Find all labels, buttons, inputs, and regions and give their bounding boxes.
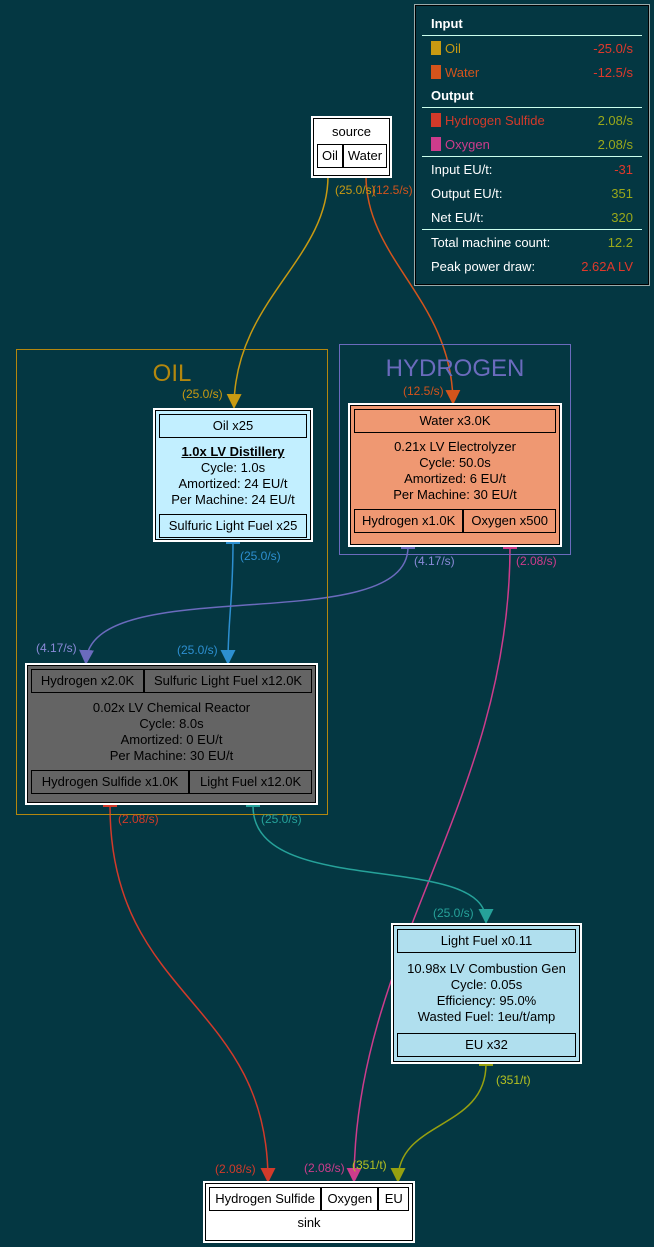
legend-input-header: Input (431, 16, 463, 31)
electrolyzer-machine: 0.21x LV Electrolyzer (394, 439, 516, 454)
legend-input-oil-name: Oil (445, 40, 461, 56)
electrolyzer-amortized: Amortized: 6 EU/t (404, 471, 506, 486)
legend-stat-input-eu: Input EU/t: -31 (416, 157, 648, 181)
edge-eu (390, 1063, 487, 1183)
electrolyzer-node[interactable]: Water x3.0K 0.21x LV Electrolyzer Cycle:… (348, 403, 562, 547)
legend-output-hydrogen-sulfide: Hydrogen Sulfide 2.08/s (416, 108, 648, 132)
reactor-amortized: Amortized: 0 EU/t (120, 732, 223, 747)
oil-swatch (431, 41, 441, 55)
legend-stat-value: 2.62A LV (581, 258, 633, 274)
edge-label-water-dst: (12.5/s) (403, 384, 444, 398)
cluster-oil-title: OIL (152, 360, 192, 387)
reactor-machine: 0.02x LV Chemical Reactor (92, 700, 251, 715)
source-node[interactable]: source Oil Water (311, 116, 392, 178)
water-swatch (431, 65, 441, 79)
electrolyzer-cycle: Cycle: 50.0s (419, 455, 491, 470)
edge-label-eu-dst: (351/t) (352, 1158, 387, 1172)
reactor-input-hydrogen[interactable]: Hydrogen x2.0K (31, 669, 145, 693)
legend-output-header: Output (431, 88, 474, 103)
electrolyzer-per-machine: Per Machine: 30 EU/t (393, 487, 517, 502)
edge-label-h2-dst: (4.17/s) (36, 641, 77, 655)
distillery-title: 1.0x LV Distillery (181, 444, 285, 459)
combustion-generator-node[interactable]: Light Fuel x0.11 10.98x LV Combustion Ge… (391, 923, 582, 1064)
legend-output-oxygen-name: Oxygen (445, 136, 490, 152)
reactor-output-hydrogen-sulfide[interactable]: Hydrogen Sulfide x1.0K (31, 770, 190, 794)
sink-port-oxygen[interactable]: Oxygen (321, 1187, 379, 1211)
edge-oxygen (346, 546, 511, 1183)
legend-stat-label: Net EU/t: (431, 209, 484, 225)
electrolyzer-output-oxygen[interactable]: Oxygen x500 (463, 509, 556, 533)
legend-input-water-name: Water (445, 64, 480, 80)
edge-label-oil-src: (25.0/s) (335, 183, 376, 197)
electrolyzer-input-port[interactable]: Water x3.0K (354, 409, 556, 433)
generator-efficiency: Efficiency: 95.0% (436, 993, 537, 1008)
generator-wasted-fuel: Wasted Fuel: 1eu/t/amp (417, 1009, 556, 1024)
edge-label-water-src: (12.5/s) (372, 183, 413, 197)
legend-stat-value: 12.2 (607, 234, 633, 250)
oxygen-swatch (431, 137, 441, 151)
legend-input-oil-rate: -25.0/s (593, 40, 633, 56)
edge-label-h2-src: (4.17/s) (414, 554, 455, 568)
sink-port-hydrogen-sulfide[interactable]: Hydrogen Sulfide (209, 1187, 322, 1211)
sink-title: sink (297, 1215, 321, 1230)
reactor-output-light-fuel[interactable]: Light Fuel x12.0K (189, 770, 312, 794)
edge-label-lf-dst: (25.0/s) (433, 906, 474, 920)
distillery-input-port[interactable]: Oil x25 (159, 414, 307, 438)
generator-input-port[interactable]: Light Fuel x0.11 (397, 929, 576, 953)
hydrogen-sulfide-swatch (431, 113, 441, 127)
legend-output-h2s-name: Hydrogen Sulfide (445, 112, 545, 128)
legend-input-water: Water -12.5/s (416, 60, 648, 84)
legend-stat-label: Total machine count: (431, 234, 551, 250)
edge-label-slf-dst: (25.0/s) (177, 643, 218, 657)
edge-label-oil-dst: (25.0/s) (182, 387, 223, 401)
legend-stat-net-eu: Net EU/t: 320 (416, 205, 648, 229)
legend-stat-value: 351 (611, 185, 633, 201)
generator-cycle: Cycle: 0.05s (450, 977, 523, 992)
sink-port-eu[interactable]: EU (378, 1187, 410, 1211)
legend-stat-value: 320 (611, 209, 633, 225)
legend-stat-machine-count: Total machine count: 12.2 (416, 230, 648, 254)
cluster-hydrogen-title: HYDROGEN (385, 355, 525, 382)
legend-stat-value: -31 (614, 161, 633, 177)
chemical-reactor-node[interactable]: Hydrogen x2.0K Sulfuric Light Fuel x12.0… (25, 663, 318, 805)
edge-label-lf-src: (25.0/s) (261, 812, 302, 826)
legend-input-oil: Oil -25.0/s (416, 36, 648, 60)
source-port-water[interactable]: Water (342, 144, 388, 168)
edge-label-h2s-dst: (2.08/s) (215, 1162, 256, 1176)
distillery-amortized: Amortized: 24 EU/t (178, 476, 288, 491)
distillery-node[interactable]: Oil x25 1.0x LV Distillery Cycle: 1.0s A… (153, 408, 313, 542)
legend-output-h2s-rate: 2.08/s (597, 112, 633, 128)
source-port-oil[interactable]: Oil (317, 144, 343, 168)
electrolyzer-output-hydrogen[interactable]: Hydrogen x1.0K (354, 509, 464, 533)
edge-hydrogen-sulfide (109, 805, 276, 1183)
legend-stat-peak-power: Peak power draw: 2.62A LV (416, 254, 648, 278)
legend-input-water-rate: -12.5/s (593, 64, 633, 80)
reactor-input-sulfuric-light-fuel[interactable]: Sulfuric Light Fuel x12.0K (144, 669, 312, 693)
legend-stat-label: Input EU/t: (431, 161, 493, 177)
legend-stat-label: Output EU/t: (431, 185, 503, 201)
tail-eu (479, 1062, 493, 1066)
edge-label-o2-src: (2.08/s) (516, 554, 557, 568)
legend-output-oxygen: Oxygen 2.08/s (416, 132, 648, 156)
distillery-output-port[interactable]: Sulfuric Light Fuel x25 (159, 514, 307, 538)
legend-panel: Input Oil -25.0/s Water -12.5/s Output H… (414, 4, 650, 286)
source-title: source (331, 124, 372, 139)
edge-label-o2-dst: (2.08/s) (304, 1161, 345, 1175)
generator-machine: 10.98x LV Combustion Gen (407, 961, 566, 976)
edge-label-slf-src: (25.0/s) (240, 549, 281, 563)
legend-output-oxygen-rate: 2.08/s (597, 136, 633, 152)
distillery-per-machine: Per Machine: 24 EU/t (171, 492, 295, 507)
legend-stat-output-eu: Output EU/t: 351 (416, 181, 648, 205)
edge-label-eu-src: (351/t) (496, 1073, 531, 1087)
generator-output-port[interactable]: EU x32 (397, 1033, 576, 1057)
distillery-cycle: Cycle: 1.0s (200, 460, 266, 475)
reactor-cycle: Cycle: 8.0s (139, 716, 204, 731)
legend-stat-label: Peak power draw: (431, 258, 536, 274)
edge-label-h2s-src: (2.08/s) (118, 812, 159, 826)
reactor-per-machine: Per Machine: 30 EU/t (109, 748, 234, 763)
sink-node[interactable]: Hydrogen Sulfide Oxygen EU sink (203, 1181, 415, 1243)
